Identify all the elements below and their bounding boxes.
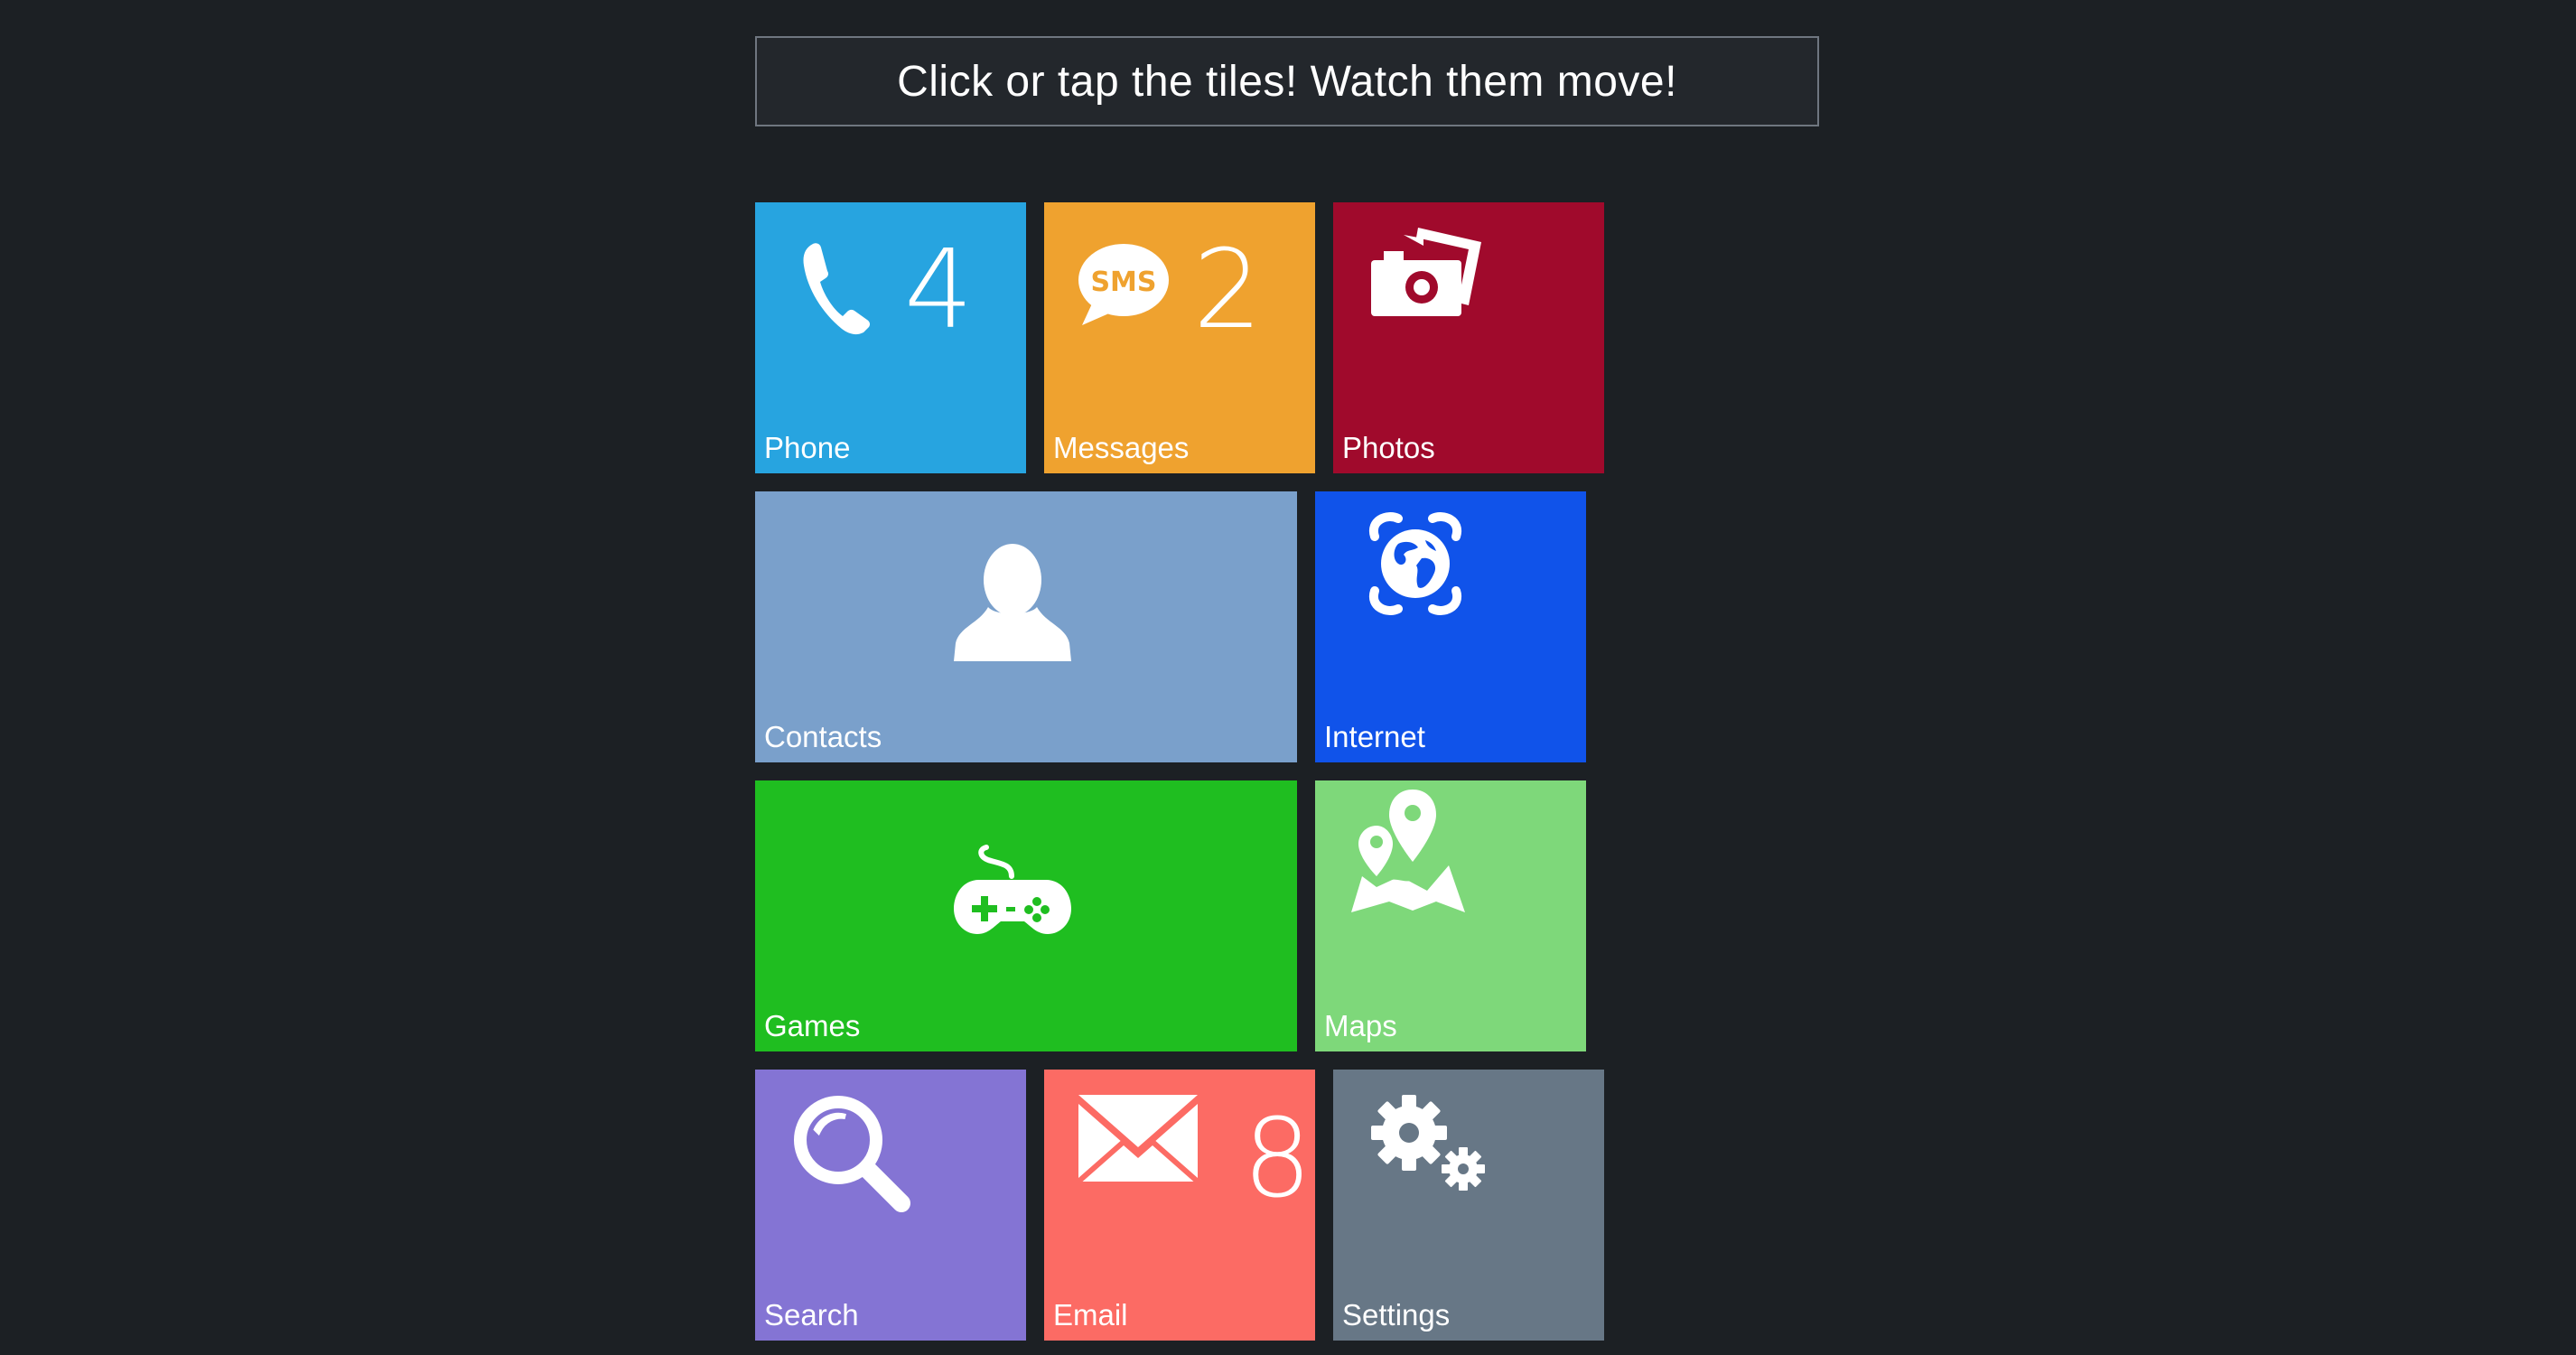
sms-icon: SMS — [1078, 244, 1169, 325]
tile-email[interactable]: 8 Email — [1044, 1070, 1315, 1341]
tile-label: Phone — [764, 431, 851, 465]
phone-count: 4 — [904, 228, 974, 353]
tile-label: Messages — [1053, 431, 1190, 465]
camera-icon — [1371, 228, 1481, 316]
tile-label: Settings — [1342, 1298, 1451, 1332]
instruction-banner: Click or tap the tiles! Watch them move! — [755, 36, 1819, 126]
tile-phone[interactable]: 4 Phone — [755, 202, 1026, 473]
tile-label: Search — [764, 1298, 859, 1332]
person-icon — [954, 544, 1071, 661]
globe-icon — [1368, 512, 1462, 615]
tile-games[interactable]: Games — [755, 780, 1297, 1051]
tile-label: Maps — [1324, 1009, 1397, 1043]
gamepad-icon — [954, 845, 1071, 934]
tile-messages[interactable]: SMS 2 Messages — [1044, 202, 1315, 473]
tile-photos[interactable]: Photos — [1333, 202, 1604, 473]
phone-icon — [803, 243, 871, 335]
tile-label: Games — [764, 1009, 861, 1043]
email-count: 8 — [1243, 1097, 1312, 1222]
search-icon — [794, 1096, 910, 1212]
tile-label: Photos — [1342, 431, 1435, 465]
tile-label: Internet — [1324, 720, 1425, 754]
tile-label: Contacts — [764, 720, 882, 754]
messages-count: 2 — [1193, 228, 1263, 353]
tile-search[interactable]: Search — [755, 1070, 1026, 1341]
tile-maps[interactable]: Maps — [1315, 780, 1586, 1051]
envelope-icon — [1078, 1095, 1198, 1182]
tile-settings[interactable]: Settings — [1333, 1070, 1604, 1341]
gears-icon — [1371, 1095, 1485, 1191]
tile-label: Email — [1053, 1298, 1128, 1332]
map-pin-icon — [1351, 790, 1465, 912]
tile-contacts[interactable]: Contacts — [755, 491, 1297, 762]
svg-text:SMS: SMS — [1090, 266, 1156, 298]
tile-internet[interactable]: Internet — [1315, 491, 1586, 762]
